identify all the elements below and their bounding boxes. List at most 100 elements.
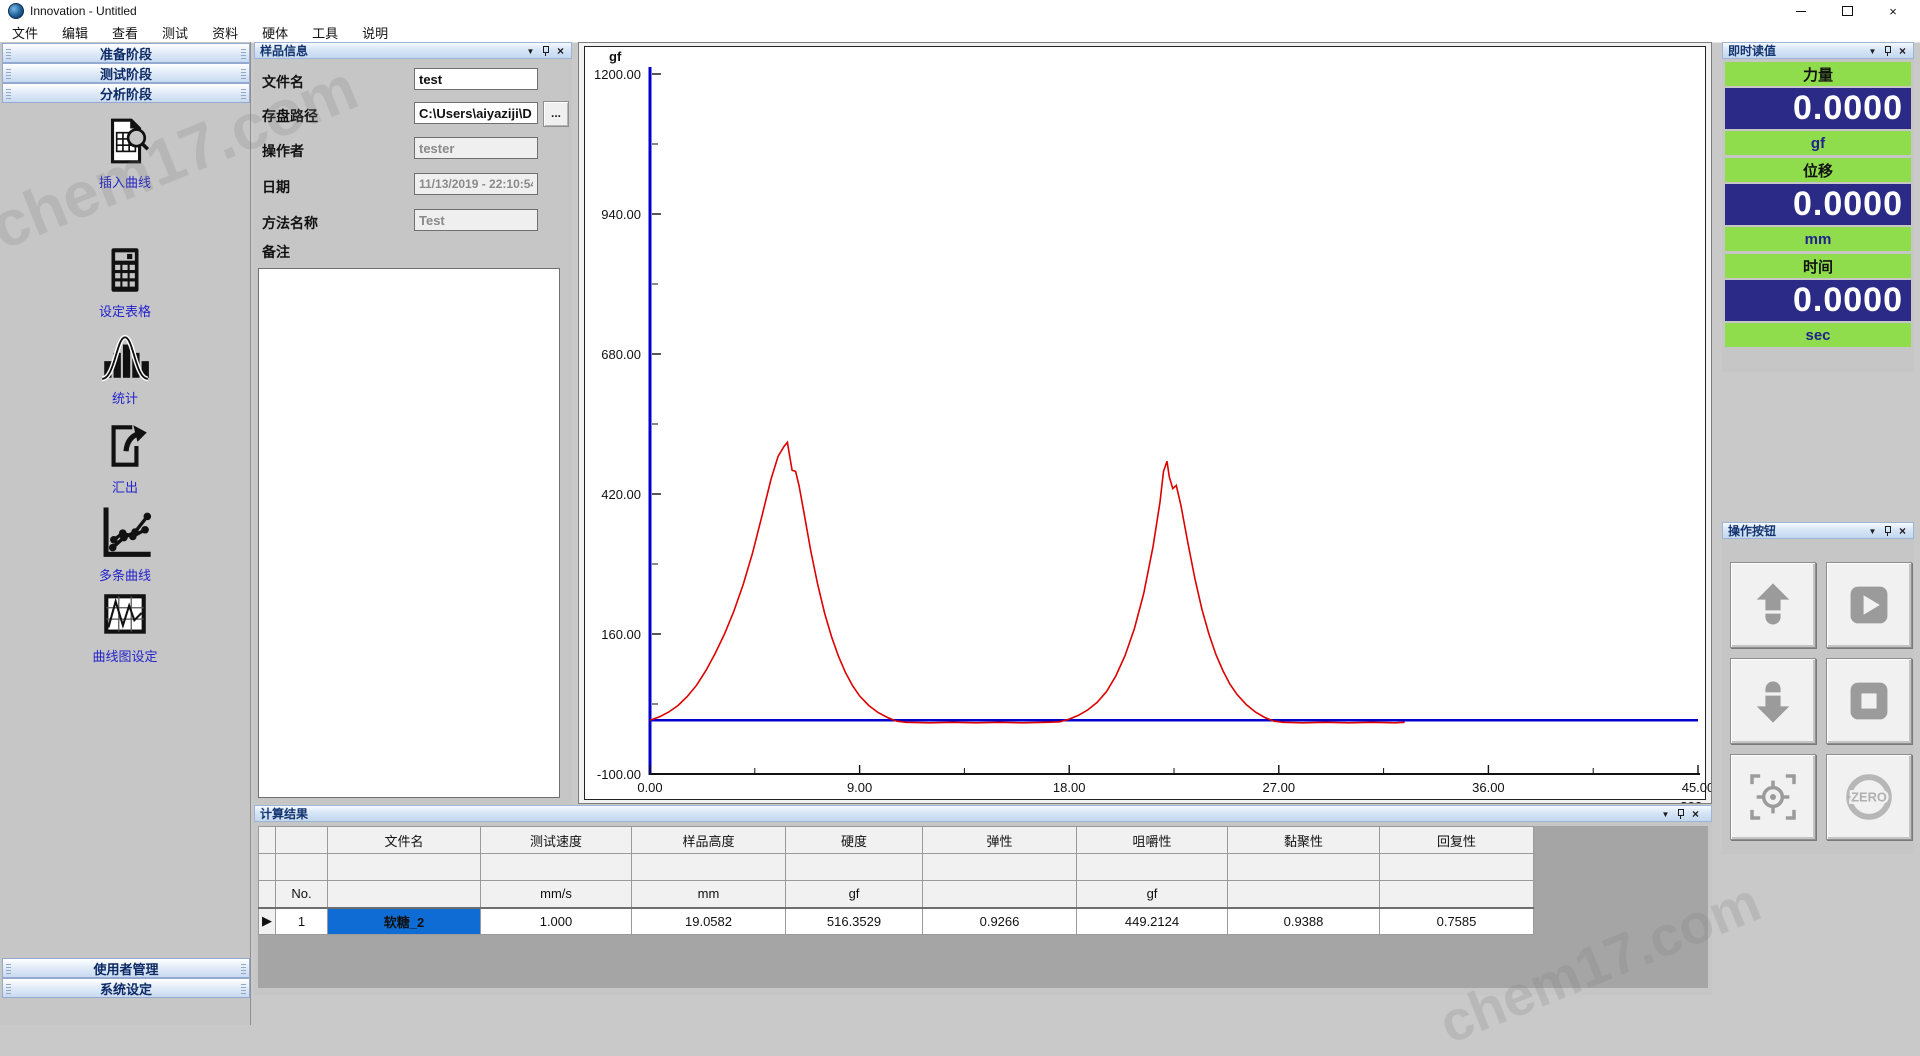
col-springiness[interactable]: 弹性	[923, 827, 1077, 854]
col-filename[interactable]: 文件名	[328, 827, 481, 854]
col-cohesiveness[interactable]: 黏聚性	[1228, 827, 1380, 854]
method-name-label: 方法名称	[262, 213, 318, 233]
close-icon[interactable]: ×	[1895, 525, 1910, 538]
maximize-button[interactable]	[1824, 0, 1870, 22]
close-icon[interactable]: ×	[1895, 45, 1910, 58]
close-button[interactable]: ×	[1870, 0, 1916, 22]
move-up-button[interactable]	[1730, 562, 1816, 648]
test-speed-cell[interactable]: 1.000	[481, 908, 632, 935]
col-resilience[interactable]: 回复性	[1380, 827, 1534, 854]
col-chewiness[interactable]: 咀嚼性	[1077, 827, 1228, 854]
tool-statistics[interactable]: 统计	[0, 330, 250, 407]
filename-input[interactable]	[414, 68, 538, 90]
springiness-cell[interactable]: 0.9266	[923, 908, 1077, 935]
pin-icon[interactable]	[538, 45, 553, 58]
statistics-icon	[97, 330, 153, 384]
tool-multi-curve[interactable]: 多条曲线	[0, 503, 250, 584]
origin-button[interactable]	[1730, 754, 1816, 840]
notes-label: 备注	[262, 242, 290, 262]
readout-header: 即时读值 ▼ ×	[1722, 42, 1914, 59]
filename-label: 文件名	[262, 72, 304, 92]
menu-edit[interactable]: 编辑	[50, 22, 100, 42]
time-label: 时间	[1725, 254, 1911, 278]
no-header-cell	[276, 827, 328, 854]
notes-textarea[interactable]	[258, 268, 560, 798]
title-bar: Innovation - Untitled ×	[0, 0, 1920, 22]
zero-label: ZERO	[1851, 790, 1887, 805]
results-table-zone: 文件名 测试速度 样品高度 硬度 弹性 咀嚼性 黏聚性 回复性 No. mm/s	[258, 826, 1708, 988]
tool-label: 曲线图设定	[0, 646, 250, 665]
set-table-icon	[98, 243, 152, 297]
tool-curve-settings[interactable]: 曲线图设定	[0, 588, 250, 665]
svg-text:gf: gf	[609, 49, 622, 64]
results-panel: 计算结果 ▼ × 文件名 测试速度 样品高度 硬度 弹性 咀嚼性 黏聚性	[254, 805, 1712, 995]
hardness-cell[interactable]: 516.3529	[786, 908, 923, 935]
browse-button[interactable]: ...	[543, 101, 569, 127]
tool-label: 汇出	[0, 477, 250, 496]
menu-hardware[interactable]: 硬体	[250, 22, 300, 42]
svg-text:45.00: 45.00	[1682, 780, 1711, 795]
force-label: 力量	[1725, 62, 1911, 86]
window-title: Innovation - Untitled	[30, 4, 137, 18]
curve-settings-icon	[98, 588, 152, 642]
maximize-icon	[1842, 6, 1853, 16]
close-icon[interactable]: ×	[1688, 808, 1703, 821]
menu-help[interactable]: 说明	[350, 22, 400, 42]
col-sample-height[interactable]: 样品高度	[632, 827, 786, 854]
dropdown-icon[interactable]: ▼	[523, 45, 538, 58]
menu-view[interactable]: 查看	[100, 22, 150, 42]
svg-text:sec: sec	[1680, 797, 1702, 803]
svg-text:0.00: 0.00	[637, 780, 662, 795]
col-test-speed[interactable]: 测试速度	[481, 827, 632, 854]
pin-icon[interactable]	[1673, 808, 1688, 821]
menu-tools[interactable]: 工具	[300, 22, 350, 42]
panel-title: 即时读值	[1728, 42, 1776, 59]
sample-height-cell[interactable]: 19.0582	[632, 908, 786, 935]
close-icon: ×	[1889, 5, 1897, 18]
tool-insert-curve[interactable]: 插入曲线	[0, 114, 250, 191]
row-indicator: ▶	[259, 908, 276, 935]
down-arrow-icon	[1747, 675, 1799, 727]
sidebar-tab-user-management[interactable]: 使用者管理	[2, 958, 250, 978]
sidebar-tab-system-settings[interactable]: 系统设定	[2, 978, 250, 998]
displacement-value: 0.0000	[1725, 184, 1911, 225]
zero-button[interactable]: ZERO	[1826, 754, 1912, 840]
menu-test[interactable]: 测试	[150, 22, 200, 42]
unit-test-speed: mm/s	[481, 881, 632, 908]
tool-set-table[interactable]: 设定表格	[0, 243, 250, 320]
run-button[interactable]	[1826, 562, 1912, 648]
sidebar-tab-analysis[interactable]: 分析阶段	[2, 83, 250, 103]
menu-file[interactable]: 文件	[0, 22, 50, 42]
close-icon[interactable]: ×	[553, 45, 568, 58]
pin-icon[interactable]	[1880, 525, 1895, 538]
move-down-button[interactable]	[1730, 658, 1816, 744]
stop-button[interactable]	[1826, 658, 1912, 744]
corner-cell	[259, 827, 276, 854]
sample-info-header: 样品信息 ▼ ×	[254, 42, 572, 59]
dropdown-icon[interactable]: ▼	[1865, 45, 1880, 58]
sidebar-tab-prepare[interactable]: 准备阶段	[2, 43, 250, 63]
force-unit: gf	[1725, 131, 1911, 155]
cohesiveness-cell[interactable]: 0.9388	[1228, 908, 1380, 935]
sidebar-tab-test[interactable]: 测试阶段	[2, 63, 250, 83]
chart-panel: 1200.00940.00680.00420.00160.00-100.000.…	[578, 42, 1712, 804]
dropdown-icon[interactable]: ▼	[1865, 525, 1880, 538]
col-hardness[interactable]: 硬度	[786, 827, 923, 854]
resilience-cell[interactable]: 0.7585	[1380, 908, 1534, 935]
pin-icon[interactable]	[1880, 45, 1895, 58]
tool-export[interactable]: 汇出	[0, 419, 250, 496]
date-input	[414, 173, 538, 195]
results-table: 文件名 测试速度 样品高度 硬度 弹性 咀嚼性 黏聚性 回复性 No. mm/s	[258, 826, 1534, 935]
save-path-input[interactable]	[414, 102, 538, 124]
menu-data[interactable]: 资料	[200, 22, 250, 42]
minimize-button[interactable]	[1778, 0, 1824, 22]
filename-cell[interactable]: 软糖_2	[328, 908, 481, 935]
row-number-cell[interactable]: 1	[276, 908, 328, 935]
svg-text:18.00: 18.00	[1053, 780, 1086, 795]
chewiness-cell[interactable]: 449.2124	[1077, 908, 1228, 935]
sample-info-panel: 样品信息 ▼ × 文件名 存盘路径 ... 操作者 日期 方法名称 备注	[254, 42, 572, 804]
tab-label: 系统设定	[100, 979, 152, 998]
unit-hardness: gf	[786, 881, 923, 908]
up-arrow-icon	[1747, 579, 1799, 631]
dropdown-icon[interactable]: ▼	[1658, 808, 1673, 821]
